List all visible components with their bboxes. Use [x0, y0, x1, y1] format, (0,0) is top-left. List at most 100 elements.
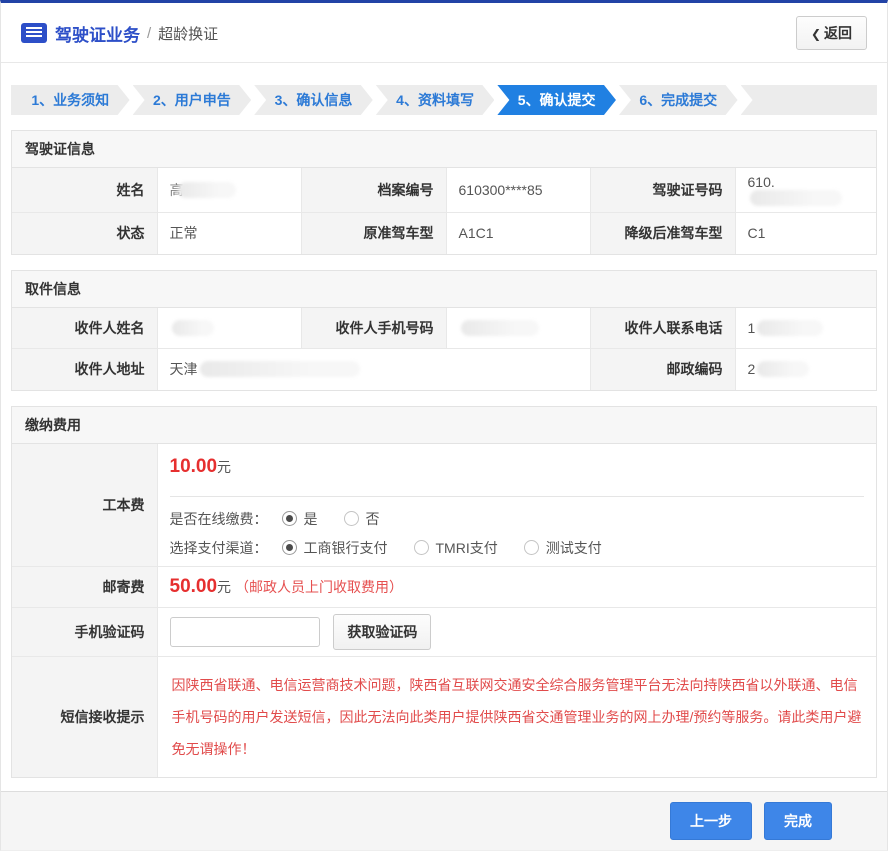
online-pay-label: 是否在线缴费： — [170, 509, 268, 529]
license-no-value: 610. — [735, 168, 876, 213]
status-value: 正常 — [157, 213, 301, 254]
redacted-postal — [757, 361, 809, 377]
online-pay-option-no[interactable]: 否 — [344, 509, 380, 529]
table-row: 状态 正常 原准驾车型 A1C1 降级后准驾车型 C1 — [12, 213, 876, 254]
redacted-name — [178, 182, 236, 198]
card-fee-amount-line: 10.00元 — [170, 450, 865, 484]
fees-section-title: 缴纳费用 — [12, 407, 876, 444]
step-4-fill-material[interactable]: 4、资料填写 — [376, 85, 495, 115]
page-title: 驾驶证业务 — [55, 21, 140, 46]
back-chevron-icon: ❮ — [811, 27, 821, 41]
name-label: 姓名 — [12, 168, 157, 213]
table-row: 收件人姓名 收件人手机号码 收件人联系电话 1 — [12, 308, 876, 349]
pickup-info-section: 取件信息 收件人姓名 收件人手机号码 收件人联系电话 1 收件人地址 天津 邮政… — [11, 270, 877, 391]
address-label: 收件人地址 — [12, 349, 157, 390]
file-no-label: 档案编号 — [301, 168, 446, 213]
step-1-business-notice[interactable]: 1、业务须知 — [11, 85, 130, 115]
pickup-section-title: 取件信息 — [12, 271, 876, 308]
redacted-recipient-mobile — [461, 320, 539, 336]
license-info-table: 姓名 高 档案编号 610300****85 驾驶证号码 610. 状态 正常 … — [12, 168, 876, 254]
step-6-finish-submit[interactable]: 6、完成提交 — [619, 85, 738, 115]
sms-code-cell: 获取验证码 — [157, 607, 876, 656]
online-pay-option-no-label: 否 — [366, 509, 380, 529]
pay-channel-option-icbc-label: 工商银行支付 — [304, 538, 388, 558]
breadcrumb-separator: / — [147, 25, 151, 42]
online-pay-option-yes-label: 是 — [304, 509, 318, 529]
recipient-name-label: 收件人姓名 — [12, 308, 157, 349]
step-5-confirm-submit[interactable]: 5、确认提交 — [497, 85, 616, 115]
card-fee-cell: 10.00元 是否在线缴费： 是 否 选择支付渠道： 工商银行支付 TMRI支付… — [157, 444, 876, 567]
pay-channel-option-tmri-label: TMRI支付 — [436, 538, 498, 558]
recipient-mobile-value — [446, 308, 590, 349]
redacted-address — [200, 361, 360, 377]
table-row: 姓名 高 档案编号 610300****85 驾驶证号码 610. — [12, 168, 876, 213]
table-row: 收件人地址 天津 邮政编码 2 — [12, 349, 876, 390]
orig-class-value: A1C1 — [446, 213, 590, 254]
back-button-label: 返回 — [824, 25, 852, 41]
pay-channel-label: 选择支付渠道： — [170, 538, 268, 558]
step-3-confirm-info[interactable]: 3、确认信息 — [254, 85, 373, 115]
previous-step-button[interactable]: 上一步 — [670, 802, 752, 840]
redacted-license-no — [750, 190, 842, 206]
mail-fee-unit: 元 — [217, 579, 231, 595]
new-class-value: C1 — [735, 213, 876, 254]
step-wizard: 1、业务须知 2、用户申告 3、确认信息 4、资料填写 5、确认提交 6、完成提… — [11, 85, 877, 115]
sms-code-input[interactable] — [170, 617, 320, 647]
sms-tip-text: 因陕西省联通、电信运营商技术问题，陕西省互联网交通安全综合服务管理平台无法向持陕… — [170, 663, 865, 772]
new-class-label: 降级后准驾车型 — [590, 213, 735, 254]
fee-divider — [170, 496, 865, 497]
card-fee-unit: 元 — [217, 459, 231, 475]
license-info-section: 驾驶证信息 姓名 高 档案编号 610300****85 驾驶证号码 610. … — [11, 130, 877, 255]
table-row: 工本费 10.00元 是否在线缴费： 是 否 选择支付渠道： 工商银行支付 TM… — [12, 444, 876, 567]
pay-channel-option-test[interactable]: 测试支付 — [524, 538, 602, 558]
recipient-phone-label: 收件人联系电话 — [590, 308, 735, 349]
license-section-title: 驾驶证信息 — [12, 131, 876, 168]
get-code-button[interactable]: 获取验证码 — [333, 614, 431, 650]
address-value: 天津 — [157, 349, 590, 390]
recipient-mobile-label: 收件人手机号码 — [301, 308, 446, 349]
file-no-value: 610300****85 — [446, 168, 590, 213]
table-row: 短信接收提示 因陕西省联通、电信运营商技术问题，陕西省互联网交通安全综合服务管理… — [12, 656, 876, 777]
back-button[interactable]: ❮返回 — [796, 16, 867, 50]
radio-icon[interactable] — [344, 511, 359, 526]
table-row: 邮寄费 50.00元（邮政人员上门收取费用） — [12, 566, 876, 607]
redacted-recipient-name — [172, 320, 214, 336]
postal-value: 2 — [735, 349, 876, 390]
table-row: 手机验证码 获取验证码 — [12, 607, 876, 656]
license-menu-icon — [21, 23, 47, 43]
pickup-info-table: 收件人姓名 收件人手机号码 收件人联系电话 1 收件人地址 天津 邮政编码 2 — [12, 308, 876, 390]
card-fee-amount: 10.00 — [170, 456, 218, 477]
pay-channel-option-icbc[interactable]: 工商银行支付 — [282, 538, 388, 558]
step-2-user-declaration[interactable]: 2、用户申告 — [133, 85, 252, 115]
step-filler — [741, 85, 877, 115]
pay-channel-option-tmri[interactable]: TMRI支付 — [414, 538, 498, 558]
card-fee-label: 工本费 — [12, 444, 157, 567]
breadcrumb-current: 超龄换证 — [158, 23, 218, 44]
pay-channel-group: 选择支付渠道： 工商银行支付 TMRI支付 测试支付 — [170, 538, 865, 558]
mail-fee-note: （邮政人员上门收取费用） — [235, 579, 403, 595]
redacted-recipient-phone — [757, 320, 823, 336]
sms-tip-cell: 因陕西省联通、电信运营商技术问题，陕西省互联网交通安全综合服务管理平台无法向持陕… — [157, 656, 876, 777]
mail-fee-cell: 50.00元（邮政人员上门收取费用） — [157, 566, 876, 607]
sms-tip-label: 短信接收提示 — [12, 656, 157, 777]
online-pay-group: 是否在线缴费： 是 否 — [170, 509, 865, 529]
radio-icon[interactable] — [282, 511, 297, 526]
radio-icon[interactable] — [414, 540, 429, 555]
mail-fee-label: 邮寄费 — [12, 566, 157, 607]
postal-label: 邮政编码 — [590, 349, 735, 390]
pay-channel-option-test-label: 测试支付 — [546, 538, 602, 558]
recipient-phone-value: 1 — [735, 308, 876, 349]
name-value: 高 — [157, 168, 301, 213]
radio-icon[interactable] — [282, 540, 297, 555]
radio-icon[interactable] — [524, 540, 539, 555]
orig-class-label: 原准驾车型 — [301, 213, 446, 254]
finish-button[interactable]: 完成 — [764, 802, 832, 840]
license-no-label: 驾驶证号码 — [590, 168, 735, 213]
mail-fee-amount: 50.00 — [170, 576, 218, 597]
recipient-name-value — [157, 308, 301, 349]
fees-section: 缴纳费用 工本费 10.00元 是否在线缴费： 是 否 选择支付渠道： — [11, 406, 877, 779]
fees-table: 工本费 10.00元 是否在线缴费： 是 否 选择支付渠道： 工商银行支付 TM… — [12, 444, 876, 778]
online-pay-option-yes[interactable]: 是 — [282, 509, 318, 529]
sms-code-label: 手机验证码 — [12, 607, 157, 656]
header: 驾驶证业务 / 超龄换证 ❮返回 — [1, 3, 887, 63]
